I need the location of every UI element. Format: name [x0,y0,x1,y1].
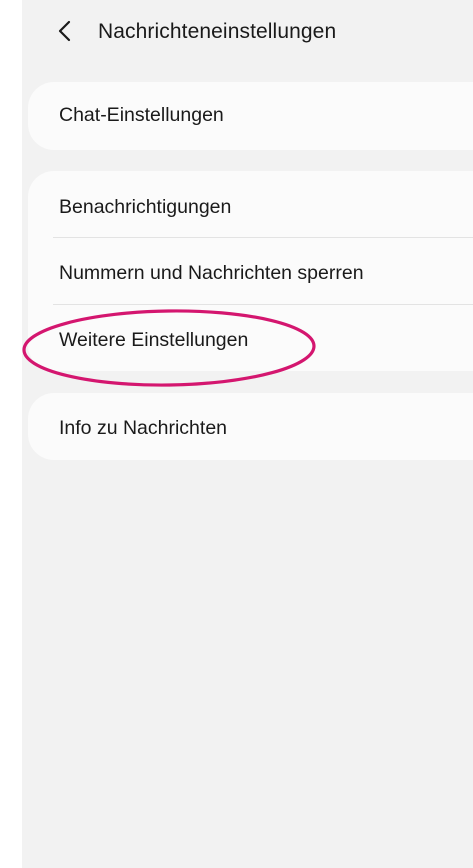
settings-item-nummern-sperren[interactable]: Nummern und Nachrichten sperren [59,262,364,285]
settings-item-chat-einstellungen[interactable]: Chat-Einstellungen [59,104,224,127]
settings-item-info-zu-nachrichten[interactable]: Info zu Nachrichten [59,417,227,440]
back-button[interactable] [50,18,80,48]
settings-item-weitere-einstellungen[interactable]: Weitere Einstellungen [59,329,248,352]
settings-group-general: Benachrichtigungen Nummern und Nachricht… [28,171,473,371]
chevron-left-icon [57,20,73,47]
divider [53,237,473,238]
page-title: Nachrichteneinstellungen [98,20,337,43]
settings-group-chat: Chat-Einstellungen [28,82,473,150]
app-bar: Nachrichteneinstellungen [22,8,473,58]
settings-screen: Nachrichteneinstellungen Chat-Einstellun… [22,0,473,868]
divider [53,304,473,305]
settings-item-benachrichtigungen[interactable]: Benachrichtigungen [59,196,231,219]
settings-group-info: Info zu Nachrichten [28,393,473,460]
